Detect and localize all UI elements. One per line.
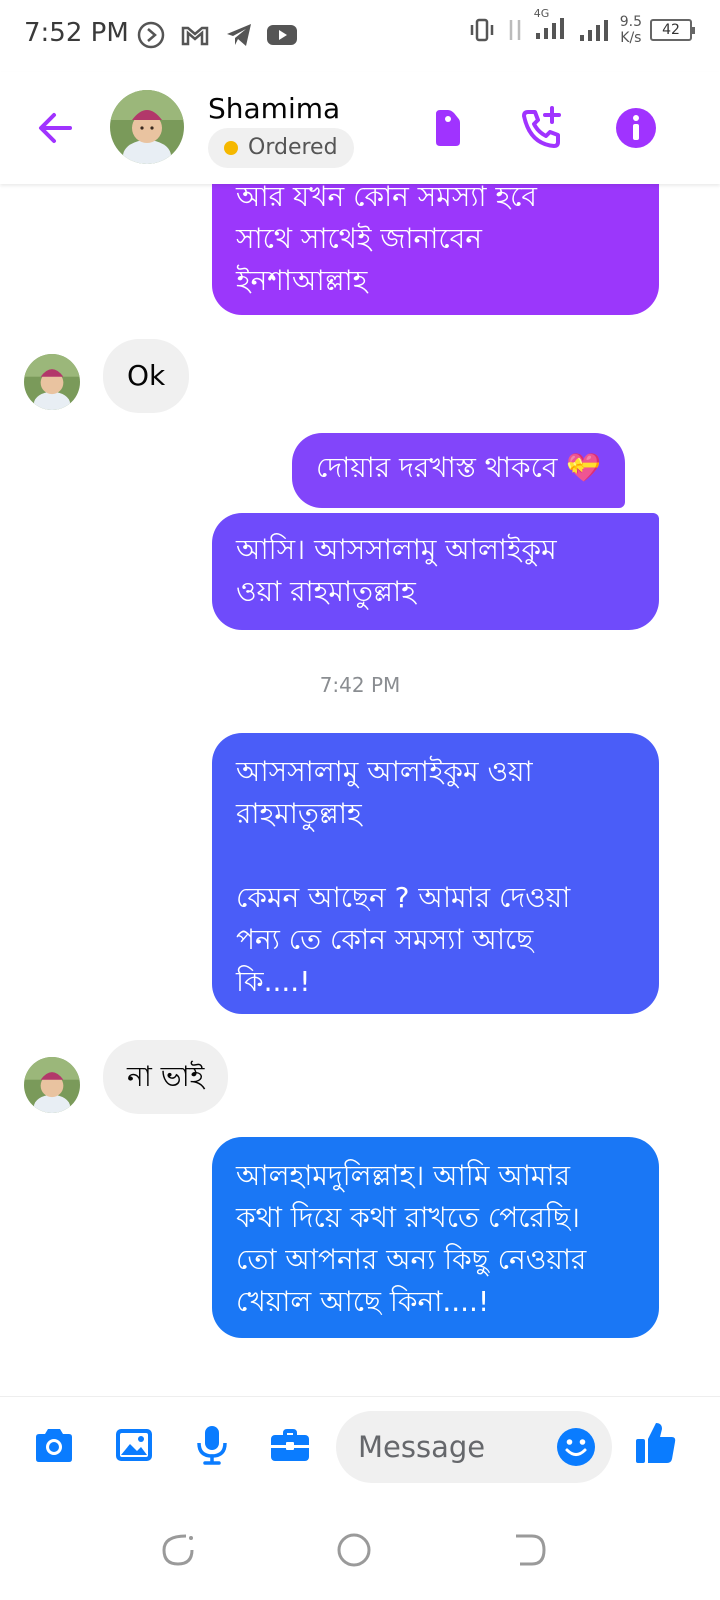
battery: 42 <box>650 19 695 41</box>
speed-unit: K/s <box>620 30 642 46</box>
phone-plus-icon[interactable] <box>518 104 566 152</box>
data-transfer-icon <box>509 20 520 40</box>
thumbs-up-icon[interactable] <box>632 1419 680 1467</box>
message-incoming[interactable]: Ok <box>103 339 190 413</box>
whatsapp-business-icon <box>137 21 165 49</box>
back-nav-icon[interactable] <box>510 1530 550 1570</box>
status-dot <box>224 141 238 155</box>
message-field[interactable] <box>336 1411 612 1483</box>
info-icon[interactable] <box>612 104 660 152</box>
camera-icon[interactable] <box>32 1423 76 1467</box>
message-outgoing[interactable]: আর যখন কোন সমস্যা হবে সাথে সাথেই জানাবেন… <box>212 184 659 315</box>
order-status-label: Ordered <box>248 135 338 160</box>
youtube-icon <box>267 25 297 45</box>
chat-header: Shamima Ordered <box>0 72 720 184</box>
message-outgoing[interactable]: আসি। আসসালামু আলাইকুম ওয়া রাহমাতুল্লাহ <box>212 513 659 630</box>
gmail-icon <box>181 26 209 46</box>
avatar-image <box>24 354 80 410</box>
smiley-icon[interactable] <box>556 1427 596 1467</box>
contact-avatar[interactable] <box>110 90 184 164</box>
message-timestamp: 7:42 PM <box>319 673 401 697</box>
microphone-icon[interactable] <box>190 1423 234 1467</box>
message-outgoing[interactable]: দোয়ার দরখাস্ত থাকবে 💝 <box>292 433 626 508</box>
conversation[interactable]: আর যখন কোন সমস্যা হবে সাথে সাথেই জানাবেন… <box>0 184 720 1396</box>
status-time: 7:52 PM <box>24 18 129 48</box>
briefcase-icon[interactable] <box>268 1423 312 1467</box>
arrow-left-icon[interactable] <box>34 106 78 150</box>
speed-value: 9.5 <box>619 14 642 30</box>
status-bar: 7:52 PM 4G 9.5 K/s 42 <box>0 0 720 72</box>
message-composer <box>0 1396 720 1486</box>
order-status-chip[interactable]: Ordered <box>208 128 354 168</box>
recent-apps-icon[interactable] <box>158 1530 198 1570</box>
telegram-icon <box>227 24 251 46</box>
signal-4g: 4G <box>534 7 570 45</box>
contact-avatar-small[interactable] <box>24 354 80 410</box>
avatar-image <box>24 1057 80 1113</box>
status-indicators: 4G 9.5 K/s 42 <box>468 7 695 46</box>
system-navbar <box>0 1500 720 1600</box>
home-icon[interactable] <box>334 1530 374 1570</box>
contact-name[interactable]: Shamima <box>208 92 340 125</box>
signal-icon-2 <box>579 20 608 41</box>
avatar-image <box>110 90 184 164</box>
message-input[interactable] <box>358 1411 548 1483</box>
contact-avatar-small[interactable] <box>24 1057 80 1113</box>
message-incoming[interactable]: না ভাই <box>103 1040 229 1114</box>
network-speed: 9.5 K/s <box>620 14 642 46</box>
network-type: 4G <box>533 7 550 20</box>
image-icon[interactable] <box>112 1423 156 1467</box>
message-outgoing[interactable]: আলহামদুলিল্লাহ। আমি আমার কথা দিয়ে কথা র… <box>212 1137 659 1338</box>
vibrate-icon <box>470 18 493 42</box>
message-outgoing[interactable]: আসসালামু আলাইকুম ওয়া রাহমাতুল্লাহ কেমন … <box>212 733 659 1014</box>
tag-icon[interactable] <box>424 104 472 152</box>
